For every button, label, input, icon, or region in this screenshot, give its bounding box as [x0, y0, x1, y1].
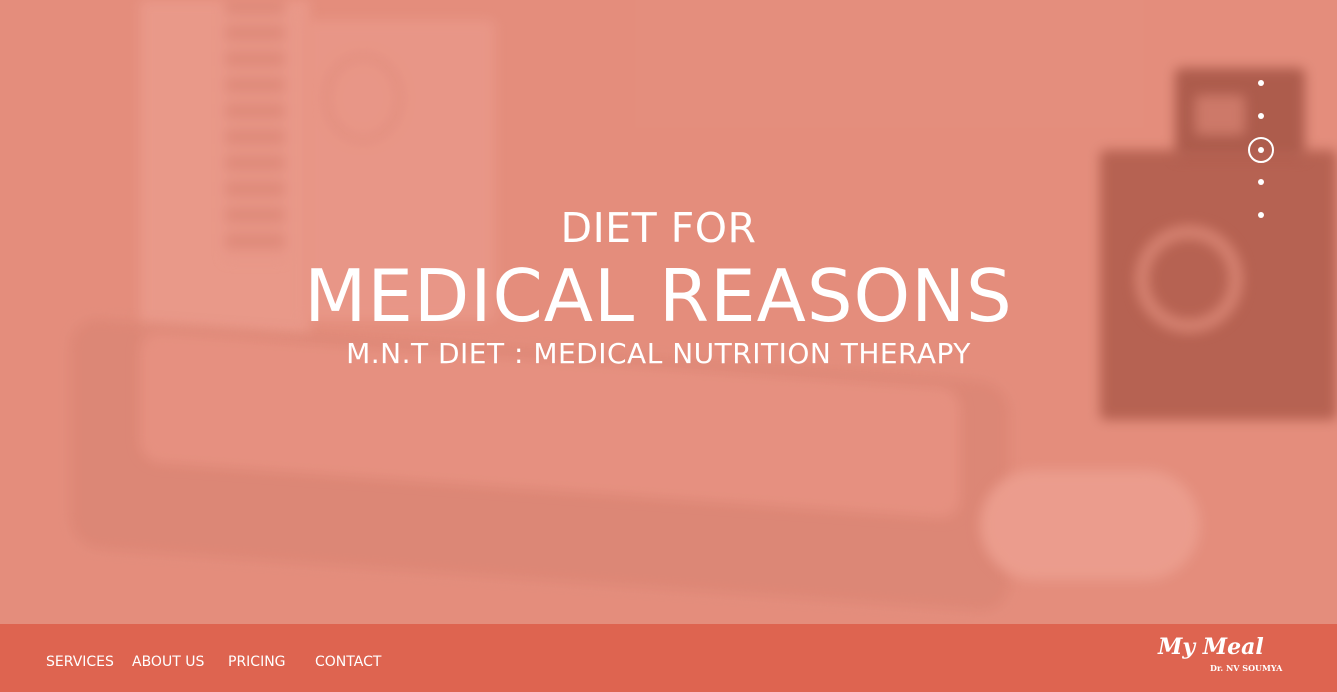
nav-about-us[interactable]: ABOUT US: [132, 654, 204, 670]
hero-section: DIET FOR MEDICAL REASONS M.N.T DIET : ME…: [0, 0, 1337, 624]
slide-dot-3-active[interactable]: [1248, 137, 1274, 163]
nav-services[interactable]: SERVICES: [46, 654, 114, 670]
nav-contact[interactable]: CONTACT: [315, 654, 381, 670]
slide-pagination: [1248, 70, 1274, 230]
hero-title-main: MEDICAL REASONS: [304, 254, 1013, 338]
hero-subtitle: M.N.T DIET : MEDICAL NUTRITION THERAPY: [346, 337, 971, 370]
slide-dot-5[interactable]: [1258, 212, 1264, 218]
brand-logo[interactable]: My Meal Dr. NV SOUMYA: [1158, 634, 1298, 678]
nav-pricing[interactable]: PRICING: [228, 654, 286, 670]
logo-tagline: Dr. NV SOUMYA: [1210, 663, 1283, 673]
slide-dot-4[interactable]: [1258, 179, 1264, 185]
hero-title-small: DIET FOR: [560, 204, 757, 252]
slide-dot-1[interactable]: [1258, 80, 1264, 86]
slide-dot-2[interactable]: [1258, 113, 1264, 119]
bottom-navbar: SERVICES ABOUT US PRICING CONTACT: [0, 624, 1337, 692]
logo-name: My Meal: [1158, 634, 1264, 660]
